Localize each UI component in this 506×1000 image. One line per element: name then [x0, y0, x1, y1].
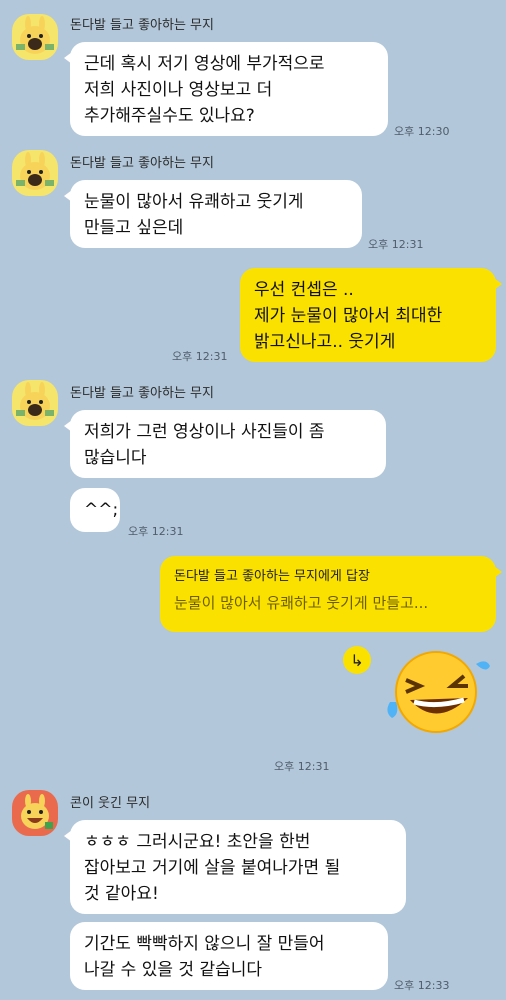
sender-avatar[interactable]	[12, 380, 58, 426]
message-line: 것 같아요!	[84, 884, 159, 904]
message-line: 잡아보고 거기에 살을 붙여나가면 될	[84, 858, 341, 878]
message-line: 눈물이 많아서 유쾌하고 웃기게	[84, 192, 304, 212]
reply-message-bubble[interactable]: 돈다발 들고 좋아하는 무지에게 답장 눈물이 많아서 유쾌하고 웃기게 만들고…	[160, 556, 502, 632]
message-line: ^^;	[84, 500, 119, 520]
message-bubble[interactable]: 근데 혹시 저기 영상에 부가적으로 저희 사진이나 영상보고 더 추가해주실수…	[64, 42, 388, 136]
message-bubble[interactable]: ^^;	[70, 488, 120, 532]
timestamp: 오후 12:31	[274, 760, 330, 773]
message-line: 추가해주실수도 있나요?	[84, 106, 255, 126]
muji-laughing-avatar-icon	[21, 794, 53, 829]
sender-name: 돈다발 들고 좋아하는 무지	[70, 386, 214, 401]
reply-arrow-icon: ↳	[350, 650, 364, 670]
timestamp: 오후 12:31	[128, 525, 184, 538]
message-bubble[interactable]: ㅎㅎㅎ 그러시군요! 초안을 한번 잡아보고 거기에 살을 붙여나가면 될 것 …	[64, 820, 406, 914]
muji-money-avatar-icon	[16, 382, 54, 420]
message-line: 기간도 빡빡하지 않으니 잘 만들어	[84, 934, 325, 954]
sender-name: 돈다발 들고 좋아하는 무지	[70, 18, 214, 33]
sender-avatar[interactable]	[12, 790, 58, 836]
message-line: 나갈 수 있을 것 같습니다	[84, 960, 263, 980]
sender-avatar[interactable]	[12, 150, 58, 196]
rolling-laughing-emoji-icon[interactable]	[380, 650, 492, 734]
sender-name: 돈다발 들고 좋아하는 무지	[70, 156, 214, 171]
sender-avatar[interactable]	[12, 14, 58, 60]
reply-jump-button[interactable]: ↳	[343, 646, 371, 674]
sender-name: 콘이 웃긴 무지	[70, 796, 151, 811]
timestamp: 오후 12:31	[368, 238, 424, 251]
message-line: 저희 사진이나 영상보고 더	[84, 80, 273, 100]
timestamp: 오후 12:30	[394, 125, 450, 138]
muji-money-avatar-icon	[16, 16, 54, 54]
my-message-bubble[interactable]: 우선 컨셉은 .. 제가 눈물이 많아서 최대한 밝고신나고.. 웃기게	[240, 268, 502, 362]
message-line: ㅎㅎㅎ 그러시군요! 초안을 한번	[84, 832, 311, 852]
message-line: 만들고 싶은데	[84, 218, 184, 238]
timestamp: 오후 12:33	[394, 979, 450, 992]
reply-target-label: 돈다발 들고 좋아하는 무지에게 답장	[174, 569, 370, 584]
reply-quote: 눈물이 많아서 유쾌하고 웃기게 만들고...	[174, 594, 429, 612]
message-line: 많습니다	[84, 448, 147, 468]
timestamp: 오후 12:31	[172, 350, 228, 363]
message-line: 밝고신나고.. 웃기게	[254, 332, 396, 352]
message-bubble[interactable]: 저희가 그런 영상이나 사진들이 좀 많습니다	[64, 410, 386, 478]
message-line: 우선 컨셉은 ..	[254, 280, 354, 300]
message-line: 제가 눈물이 많아서 최대한	[254, 306, 443, 326]
message-line: 근데 혹시 저기 영상에 부가적으로	[84, 54, 325, 74]
message-line: 저희가 그런 영상이나 사진들이 좀	[84, 422, 325, 442]
message-bubble[interactable]: 눈물이 많아서 유쾌하고 웃기게 만들고 싶은데	[64, 180, 362, 248]
muji-money-avatar-icon	[16, 152, 54, 190]
message-bubble[interactable]: 기간도 빡빡하지 않으니 잘 만들어 나갈 수 있을 것 같습니다	[70, 922, 388, 990]
